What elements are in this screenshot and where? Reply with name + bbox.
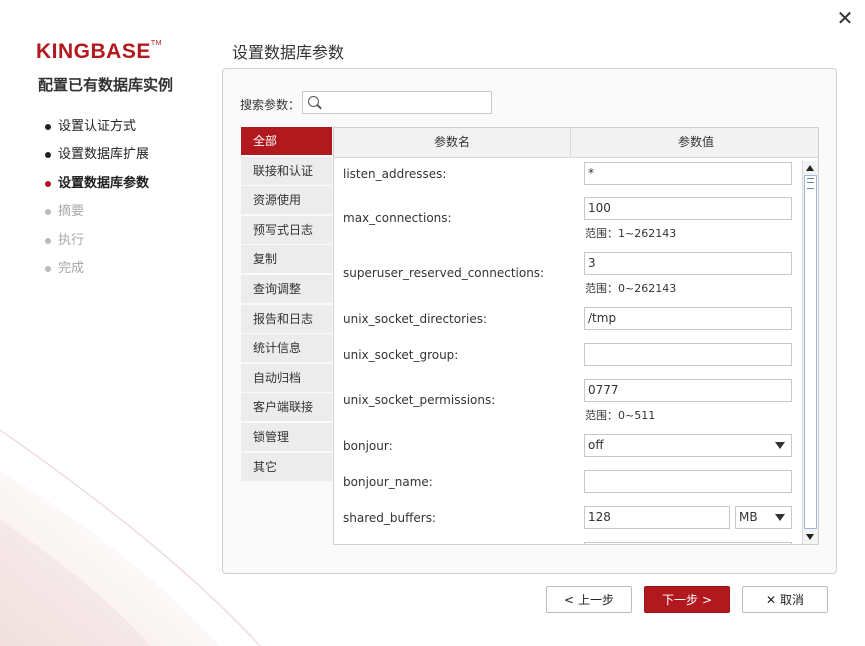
close-icon: ✕: [765, 592, 777, 607]
grip-icon: [807, 178, 814, 189]
param-value-input[interactable]: 0777: [584, 379, 792, 402]
param-range: 范围：0~511: [585, 409, 656, 422]
table-row: listen_addresses: *: [334, 162, 804, 187]
category-other[interactable]: 其它: [241, 452, 332, 481]
chevron-down-icon: [775, 442, 785, 449]
next-label: 下一步: [661, 593, 698, 607]
category-list: 全部 联接和认证 资源使用 预写式日志 复制 查询调整 报告和日志 统计信息 自…: [241, 127, 332, 482]
column-header-name: 参数名: [433, 135, 470, 149]
column-header-value: 参数值: [570, 128, 818, 157]
select-value: MB: [739, 510, 758, 524]
category-lock-management[interactable]: 锁管理: [241, 422, 332, 451]
params-table: 参数名 参数值 listen_addresses: * max_connecti…: [333, 127, 819, 545]
wizard-title: 配置已有数据库实例: [38, 76, 174, 94]
search-label: 搜索参数：: [240, 98, 301, 112]
category-all[interactable]: 全部: [241, 127, 332, 155]
chevron-right-icon: >: [701, 592, 713, 607]
table-row-partial: [334, 542, 804, 544]
table-row: unix_socket_directories: /tmp: [334, 307, 804, 332]
params-scrollbar[interactable]: [802, 161, 818, 544]
step-summary: 摘要: [44, 203, 149, 231]
select-value: off: [588, 438, 604, 452]
page-title: 设置数据库参数: [232, 43, 345, 62]
param-name: bonjour_name:: [343, 475, 433, 489]
chevron-down-icon: [775, 514, 785, 521]
param-value-select[interactable]: off: [584, 434, 792, 457]
category-client-connection[interactable]: 客户端联接: [241, 393, 332, 422]
scrollbar-thumb[interactable]: [804, 175, 817, 529]
step-label: 完成: [58, 260, 85, 276]
param-value-input[interactable]: [584, 542, 792, 544]
param-name: superuser_reserved_connections:: [343, 266, 545, 280]
search-input[interactable]: [323, 94, 492, 113]
step-params: 设置数据库参数: [44, 175, 149, 203]
param-name: unix_socket_permissions:: [343, 393, 496, 407]
step-execute: 执行: [44, 232, 149, 260]
table-row: superuser_reserved_connections: 3 范围：0~2…: [334, 252, 804, 297]
param-name: max_connections:: [343, 211, 452, 225]
step-bullet-icon: [45, 265, 51, 272]
param-value-input[interactable]: 128: [584, 506, 730, 529]
table-header: 参数名 参数值: [334, 128, 818, 158]
param-unit-select[interactable]: MB: [735, 506, 792, 529]
logo-trademark: TM: [150, 40, 162, 47]
param-value-input[interactable]: 100: [584, 197, 792, 220]
param-value-input[interactable]: *: [584, 162, 792, 185]
scroll-down-icon[interactable]: [804, 530, 817, 543]
table-row: bonjour_name:: [334, 470, 804, 495]
param-name: unix_socket_group:: [343, 348, 459, 362]
logo-text: KINGBASE: [36, 40, 151, 63]
step-label: 执行: [58, 232, 85, 248]
wizard-steps: 设置认证方式 设置数据库扩展 设置数据库参数 摘要 执行 完成: [44, 118, 149, 288]
table-row: shared_buffers: 128 MB: [334, 506, 804, 531]
param-name: unix_socket_directories:: [343, 312, 488, 326]
cancel-button[interactable]: ✕ 取消: [742, 586, 828, 613]
table-row: unix_socket_group:: [334, 343, 804, 368]
param-range: 范围：1~262143: [585, 227, 677, 240]
search-icon: [308, 96, 319, 107]
category-query-tuning[interactable]: 查询调整: [241, 274, 332, 303]
table-row: max_connections: 100 范围：1~262143: [334, 197, 804, 242]
step-label: 设置数据库扩展: [58, 147, 150, 163]
step-bullet-icon: [45, 209, 51, 216]
cancel-label: 取消: [780, 593, 805, 607]
category-autovacuum[interactable]: 自动归档: [241, 363, 332, 392]
step-extension: 设置数据库扩展: [44, 146, 149, 174]
step-label: 设置数据库参数: [58, 175, 150, 191]
param-value-input[interactable]: 3: [584, 252, 792, 275]
step-bullet-icon: [45, 180, 51, 187]
category-connection-auth[interactable]: 联接和认证: [241, 156, 332, 185]
category-statistics[interactable]: 统计信息: [241, 334, 332, 363]
category-reporting-logging[interactable]: 报告和日志: [241, 304, 332, 333]
chevron-left-icon: <: [563, 592, 575, 607]
prev-label: 上一步: [578, 593, 615, 607]
step-bullet-icon: [45, 124, 51, 130]
close-button[interactable]: ✕: [835, 8, 855, 28]
search-box[interactable]: [302, 91, 492, 114]
param-value-input[interactable]: [584, 343, 792, 366]
step-bullet-icon: [45, 237, 51, 244]
category-wal[interactable]: 预写式日志: [241, 215, 332, 244]
param-name: shared_buffers:: [343, 511, 436, 525]
param-value-input[interactable]: /tmp: [584, 307, 792, 330]
param-value-input[interactable]: [584, 470, 792, 493]
step-bullet-icon: [45, 152, 51, 159]
param-name: listen_addresses:: [343, 167, 447, 181]
step-finish: 完成: [44, 260, 149, 288]
scroll-up-icon[interactable]: [804, 162, 817, 175]
param-range: 范围：0~262143: [585, 282, 677, 295]
table-row: unix_socket_permissions: 0777 范围：0~511: [334, 379, 804, 424]
category-replication[interactable]: 复制: [241, 245, 332, 274]
kingbase-logo: KINGBASETM: [36, 40, 162, 64]
step-label: 摘要: [58, 204, 85, 220]
table-row: bonjour: off: [334, 434, 804, 459]
step-label: 设置认证方式: [58, 119, 137, 134]
step-auth: 设置认证方式: [44, 118, 149, 146]
next-button[interactable]: 下一步 >: [644, 586, 730, 613]
param-name: bonjour:: [343, 439, 393, 453]
prev-button[interactable]: < 上一步: [546, 586, 632, 613]
category-resource-usage[interactable]: 资源使用: [241, 186, 332, 215]
